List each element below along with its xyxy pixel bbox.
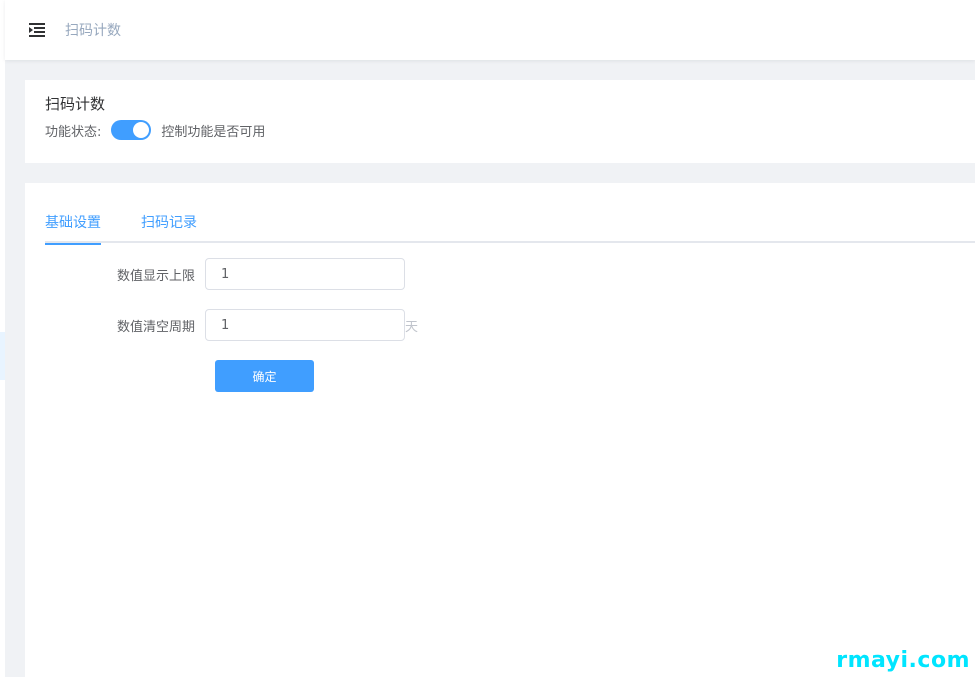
feature-toggle-switch[interactable] bbox=[111, 120, 152, 140]
feature-title: 扫码计数 bbox=[45, 95, 106, 113]
display-limit-label: 数值显示上限 bbox=[116, 268, 195, 284]
watermark: rmayi.com bbox=[836, 648, 970, 673]
status-label: 功能状态: bbox=[45, 124, 102, 140]
sidebar-active-indicator bbox=[0, 332, 5, 380]
menu-fold-icon[interactable] bbox=[21, 14, 53, 46]
status-description: 控制功能是否可用 bbox=[161, 124, 266, 140]
clear-period-input[interactable]: 1 bbox=[205, 309, 405, 341]
display-limit-input[interactable]: 1 bbox=[205, 258, 405, 290]
feature-status-card: 扫码计数 功能状态: 控制功能是否可用 bbox=[25, 80, 975, 163]
settings-card: 基础设置 扫码记录 数值显示上限 1 数值清空周期 1 天 确定 bbox=[25, 183, 975, 677]
tab-bar: 基础设置 扫码记录 bbox=[45, 211, 975, 245]
tab-scan-records[interactable]: 扫码记录 bbox=[141, 211, 197, 243]
clear-period-label: 数值清空周期 bbox=[116, 319, 195, 335]
clear-period-unit: 天 bbox=[405, 319, 419, 335]
sidebar-collapsed bbox=[0, 0, 5, 677]
confirm-button[interactable]: 确定 bbox=[215, 360, 314, 392]
status-row: 功能状态: 控制功能是否可用 bbox=[45, 120, 955, 140]
tab-basic-settings[interactable]: 基础设置 bbox=[45, 211, 101, 245]
form-row-display-limit: 数值显示上限 1 bbox=[45, 258, 405, 290]
form-row-clear-period: 数值清空周期 1 天 bbox=[45, 309, 418, 341]
top-navbar: 扫码计数 bbox=[5, 0, 975, 60]
toggle-knob bbox=[133, 122, 150, 138]
breadcrumb: 扫码计数 bbox=[65, 23, 121, 39]
